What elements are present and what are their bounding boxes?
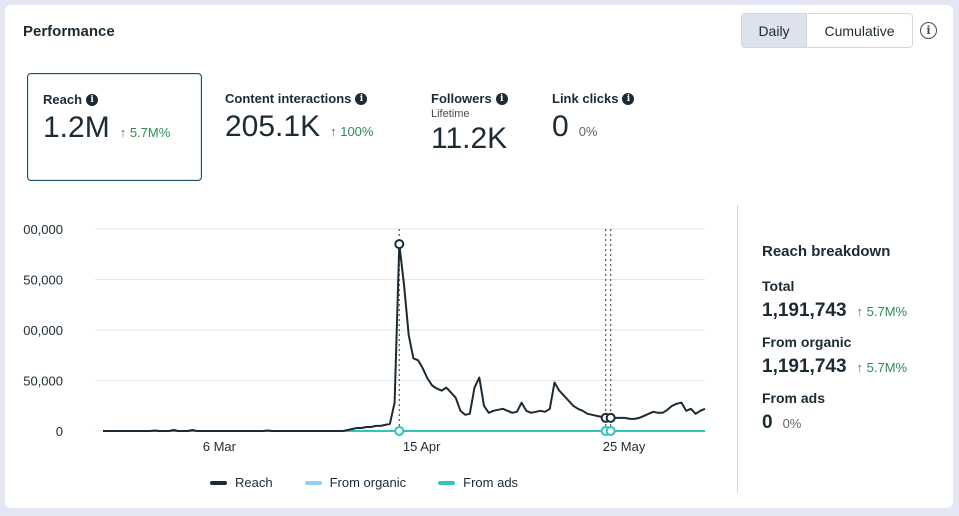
cumulative-button[interactable]: Cumulative [806, 14, 912, 47]
breakdown-label: From organic [762, 334, 852, 350]
breakdown-change: ↑ 5.7M% [857, 304, 908, 319]
view-toggle: Daily Cumulative [741, 13, 913, 48]
legend-item-organic[interactable]: From organic [304, 475, 407, 490]
performance-card: Performance Daily Cumulative i Reach i 1… [5, 5, 953, 508]
y-tick-label: 00,000 [23, 222, 63, 237]
data-point-peak [394, 239, 405, 250]
legend-item-reach[interactable]: Reach [210, 475, 273, 490]
legend-swatch [304, 480, 322, 485]
breakdown-change: 0% [782, 416, 802, 431]
breakdown-title: Reach breakdown [762, 243, 891, 260]
y-tick-label: 00,000 [23, 323, 63, 338]
x-tick-label: 15 Apr [403, 439, 441, 454]
y-tick-label: 0 [56, 424, 63, 439]
breakdown-ads: From ads 0 0% [762, 390, 942, 434]
daily-button[interactable]: Daily [742, 14, 806, 47]
data-point-ads [605, 426, 616, 436]
legend-swatch [438, 480, 456, 485]
breakdown-organic: From organic 1,191,743 ↑ 5.7M% [762, 334, 942, 378]
x-tick-label: 6 Mar [203, 439, 237, 454]
reach-line-chart[interactable]: 00,000 50,000 00,000 50,000 0 6 Mar 15 Apr 25 M… [5, 5, 735, 505]
breakdown-label: From ads [762, 390, 826, 406]
arrow-up-icon: ↑ [856, 360, 864, 375]
series-line-reach [103, 243, 706, 432]
x-tick-label: 25 May [603, 439, 646, 454]
breakdown-label: Total [762, 278, 795, 294]
data-point-reach [605, 412, 616, 423]
y-tick-label: 50,000 [23, 374, 63, 389]
change-text: 5.7M% [866, 360, 908, 375]
legend-label: Reach [235, 475, 273, 490]
section-divider [737, 205, 738, 493]
breakdown-value: 1,191,743 [762, 300, 847, 321]
y-tick-label: 50,000 [23, 273, 63, 288]
breakdown-total: Total 1,191,743 ↑ 5.7M% [762, 278, 942, 322]
data-point-ads [394, 426, 405, 436]
change-text: 5.7M% [866, 304, 908, 319]
legend-label: From organic [329, 475, 407, 490]
arrow-up-icon: ↑ [856, 304, 864, 319]
chart-legend: Reach From organic From ads [210, 475, 518, 490]
breakdown-change: ↑ 5.7M% [857, 360, 908, 375]
info-icon[interactable]: i [920, 22, 937, 39]
breakdown-value: 0 [762, 412, 773, 433]
legend-label: From ads [463, 475, 519, 490]
reach-breakdown: Reach breakdown Total 1,191,743 ↑ 5.7M% … [762, 243, 942, 446]
breakdown-value: 1,191,743 [762, 356, 847, 377]
legend-swatch [210, 480, 227, 485]
legend-item-ads[interactable]: From ads [438, 475, 518, 490]
